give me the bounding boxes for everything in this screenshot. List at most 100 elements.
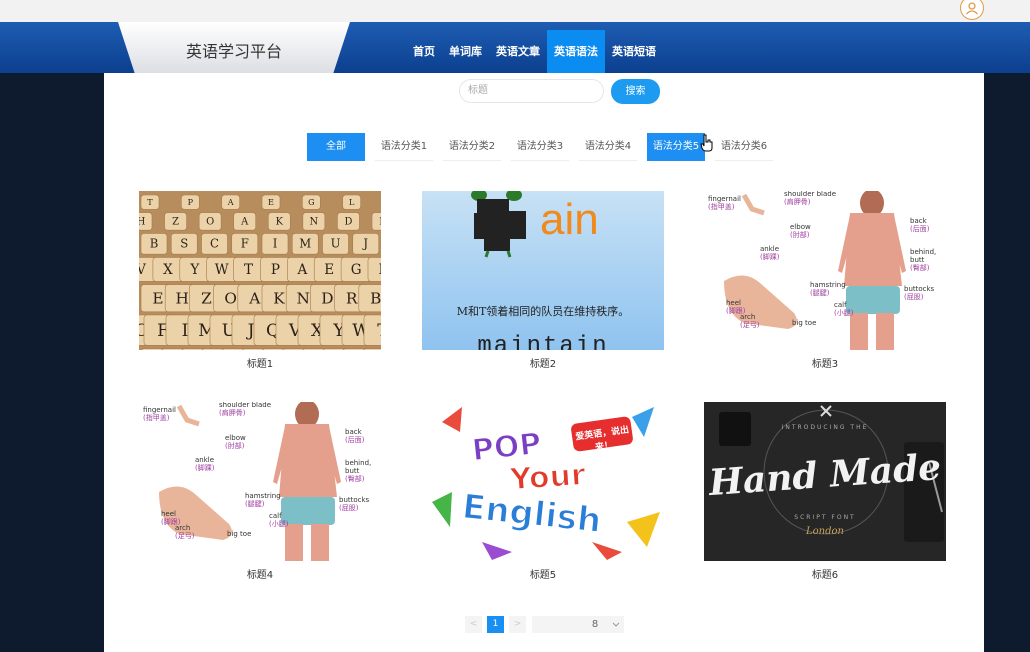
page-number-current[interactable]: 1: [487, 616, 504, 633]
body-part-label: arch: [175, 524, 190, 532]
body-part-label: calf: [269, 512, 282, 520]
letter-block-glyph: A: [227, 197, 234, 207]
letter-block-glyph: I: [182, 321, 189, 341]
letter-block-glyph: C: [210, 237, 219, 251]
page-next-button[interactable]: >: [509, 616, 526, 633]
card-image-body-parts[interactable]: fingernail (指甲盖) shoulder blade (肩胛骨) elbow(…: [139, 402, 381, 561]
nav-phrases[interactable]: 英语短语: [605, 30, 663, 73]
body-part-label: (肩胛骨): [219, 408, 246, 417]
letter-block-glyph: K: [276, 217, 284, 228]
body-part-label: (足弓): [740, 321, 760, 329]
body-part-label: hamstring: [810, 281, 846, 289]
body-part-label: butt: [345, 467, 360, 475]
letter-block-glyph: E: [324, 262, 334, 278]
body-part-label: (脚踝): [760, 252, 780, 261]
letter-block-glyph: T: [377, 321, 381, 341]
letter-block-glyph: L: [379, 262, 381, 278]
card-title[interactable]: 标题2: [422, 355, 664, 370]
letter-block-glyph: T: [147, 197, 153, 207]
body-part-label: (后面): [910, 224, 930, 233]
body-part-label: big toe: [227, 530, 251, 538]
body-part-label: heel: [726, 299, 741, 307]
letter-block-glyph: N: [310, 217, 319, 228]
letter-block-glyph: O: [206, 217, 214, 228]
category-2[interactable]: 语法分类2: [443, 133, 501, 161]
category-5[interactable]: 语法分类5: [647, 133, 705, 161]
grammar-card[interactable]: INTRODUCING THE Hand Made SCRIPT FONT Lo…: [704, 402, 946, 581]
card-image-body-parts[interactable]: fingernail (指甲盖) shoulder blade (肩胛骨) elbow(…: [704, 191, 946, 350]
card-image-word-card[interactable]: ain M和T领着相同的队员在维持秩序。 maintain: [422, 191, 664, 350]
letter-block-glyph: F: [241, 237, 249, 251]
card-image-pop-english[interactable]: 爱英语，说出来！ POP Your English: [422, 402, 664, 561]
card-title[interactable]: 标题4: [139, 566, 381, 581]
nav-articles[interactable]: 英语文章: [489, 30, 547, 73]
chevron-down-icon: [612, 622, 620, 627]
search-input[interactable]: 标题: [459, 79, 604, 103]
card-image-letter-blocks[interactable]: TPAEGLEHZOAKNDRBSCFIMUJQVXYWTPAEGLEHZOAK…: [139, 191, 381, 350]
letter-block-glyph: T: [244, 262, 253, 278]
word-part: ain: [540, 195, 599, 244]
body-part-label: fingernail: [708, 195, 741, 203]
letter-block-glyph: J: [246, 321, 255, 341]
grammar-card[interactable]: ain M和T领着相同的队员在维持秩序。 maintain 标题2: [422, 191, 664, 370]
letter-block-glyph: S: [180, 237, 188, 251]
letter-block-glyph: P: [271, 262, 280, 278]
card-image-hand-made[interactable]: INTRODUCING THE Hand Made SCRIPT FONT Lo…: [704, 402, 946, 561]
letter-block-glyph: G: [308, 197, 314, 207]
grammar-card[interactable]: fingernail (指甲盖) shoulder blade (肩胛骨) elbow(…: [704, 191, 946, 370]
card-title[interactable]: 标题6: [704, 566, 946, 581]
letter-block-glyph: O: [224, 289, 237, 307]
brand-title: 英语学习平台: [185, 42, 282, 61]
body-part-label: hamstring: [245, 492, 281, 500]
nav-grammar[interactable]: 英语语法: [547, 30, 605, 73]
letter-block-glyph: B: [150, 237, 159, 251]
body-part-label: (足弓): [175, 532, 195, 540]
body-part-label: buttocks: [904, 285, 935, 293]
nav-word-library[interactable]: 单词库: [442, 30, 489, 73]
body-part-label: (肘部): [790, 230, 810, 239]
letter-block-glyph: P: [188, 197, 194, 207]
body-part-label: back: [910, 217, 928, 225]
page-size-select[interactable]: 8: [532, 616, 624, 633]
body-part-label: (后面): [345, 435, 365, 444]
card-title[interactable]: 标题5: [422, 566, 664, 581]
card-title[interactable]: 标题3: [704, 355, 946, 370]
category-1[interactable]: 语法分类1: [375, 133, 433, 161]
card-title[interactable]: 标题1: [139, 355, 381, 370]
letter-block-glyph: I: [273, 237, 278, 251]
body-part-label: elbow: [225, 434, 246, 442]
grammar-card[interactable]: TPAEGLEHZOAKNDRBSCFIMUJQVXYWTPAEGLEHZOAK…: [139, 191, 381, 370]
script-subline: SCRIPT FONT: [794, 514, 856, 521]
page-prev-button[interactable]: <: [465, 616, 482, 633]
category-3[interactable]: 语法分类3: [511, 133, 569, 161]
pop-line2: Your: [508, 457, 587, 499]
grammar-card[interactable]: 爱英语，说出来！ POP Your English 标题5: [422, 402, 664, 581]
letter-block-glyph: Y: [189, 262, 200, 278]
letter-block-glyph: G: [351, 262, 362, 278]
body-part-label: (指甲盖): [708, 202, 735, 211]
body-part-label: ankle: [760, 245, 779, 253]
grammar-card[interactable]: fingernail (指甲盖) shoulder blade (肩胛骨) elbow(…: [139, 402, 381, 581]
letter-block-glyph: H: [139, 217, 146, 228]
letter-block-glyph: Z: [201, 289, 212, 307]
category-4[interactable]: 语法分类4: [579, 133, 637, 161]
letter-block-glyph: M: [299, 237, 311, 251]
search-button[interactable]: 搜索: [611, 79, 660, 104]
letter-block-glyph: D: [321, 289, 333, 307]
category-6[interactable]: 语法分类6: [715, 133, 773, 161]
body-part-label: (腿腱): [245, 499, 265, 508]
letter-block-glyph: W: [215, 262, 229, 278]
letter-block-glyph: H: [176, 289, 189, 307]
body-part-label: shoulder blade: [784, 191, 836, 198]
body-part-label: elbow: [790, 223, 811, 231]
brand-logo[interactable]: 英语学习平台: [118, 22, 350, 79]
body-part-label: heel: [161, 510, 176, 518]
category-all[interactable]: 全部: [307, 133, 365, 161]
body-part-label: butt: [910, 256, 925, 264]
nav-home[interactable]: 首页: [406, 30, 442, 73]
ring-text: INTRODUCING THE: [781, 424, 869, 431]
letter-block-glyph: L: [349, 197, 355, 207]
letter-block-glyph: E: [152, 289, 163, 307]
letter-block-glyph: A: [240, 217, 249, 228]
letter-block-glyph: A: [248, 289, 261, 307]
